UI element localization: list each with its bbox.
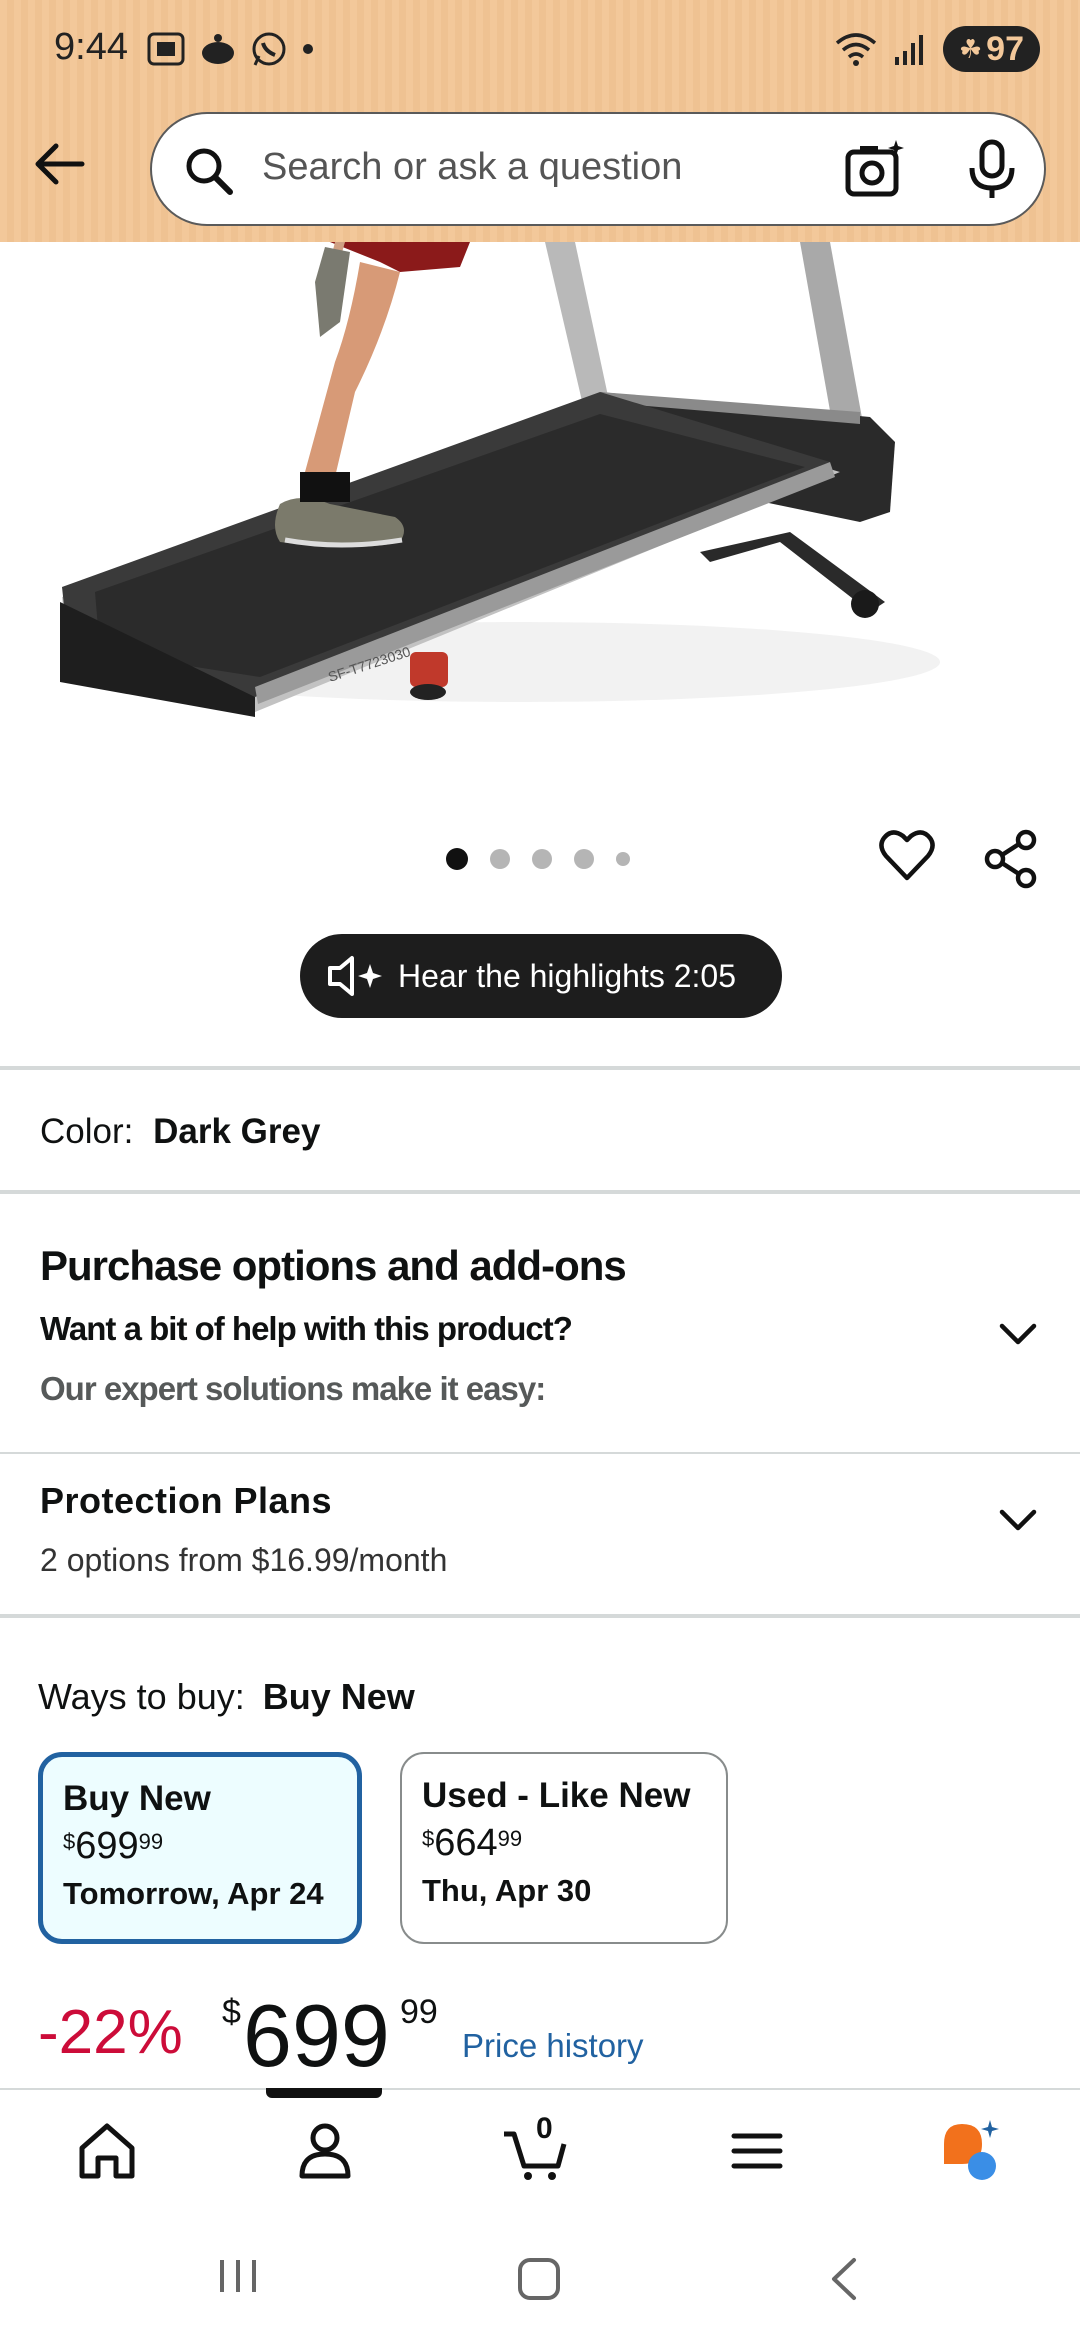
- header: 9:44 ☘ 97 Search or ask a question: [0, 0, 1080, 242]
- treadmill-illustration: SF-T7723030: [60, 242, 940, 717]
- active-tab-indicator: [266, 2088, 382, 2098]
- carousel-dot[interactable]: [490, 849, 510, 869]
- microphone-icon[interactable]: [964, 138, 1020, 202]
- color-value: Dark Grey: [153, 1112, 321, 1151]
- back-arrow-icon[interactable]: [30, 134, 90, 194]
- purchase-options-title: Purchase options and add-ons: [40, 1242, 627, 1289]
- option-price-cents: 99: [497, 1826, 523, 1851]
- color-label: Color:: [40, 1112, 134, 1151]
- wifi-icon: [835, 33, 876, 66]
- price-cents: 99: [400, 1993, 438, 2031]
- speaker-sparkle-icon: [328, 956, 382, 996]
- battery-level: 97: [986, 29, 1024, 68]
- carousel-dot[interactable]: [532, 849, 552, 869]
- protection-plans-subtitle: 2 options from $16.99/month: [40, 1542, 448, 1578]
- discount-percent: -22%: [38, 1998, 183, 2067]
- signal-icon: [894, 35, 923, 65]
- option-price-whole: 664: [434, 1822, 498, 1864]
- system-back-icon[interactable]: [826, 2256, 860, 2302]
- section-divider: [0, 1452, 1080, 1454]
- cart-icon[interactable]: [500, 2116, 570, 2186]
- share-icon[interactable]: [982, 828, 1040, 890]
- status-time: 9:44: [54, 26, 128, 68]
- camera-search-icon[interactable]: [842, 136, 908, 202]
- image-carousel-dots[interactable]: [446, 848, 630, 870]
- system-navigation-bar: [0, 2208, 1080, 2340]
- ways-to-buy-header: Ways to buy: Buy New: [38, 1676, 415, 1718]
- hear-highlights-button[interactable]: Hear the highlights 2:05: [300, 934, 782, 1018]
- more-notifications-dot-icon: [303, 44, 313, 54]
- option-delivery: Tomorrow, Apr 24: [63, 1876, 324, 1911]
- status-bar: 9:44 ☘ 97: [0, 0, 1080, 100]
- carousel-dot[interactable]: [574, 849, 594, 869]
- option-price-symbol: $: [63, 1829, 76, 1854]
- bottom-navigation: 0: [0, 2088, 1080, 2208]
- price-whole: 699: [243, 1986, 390, 2085]
- product-image[interactable]: SF-T7723030: [0, 242, 1080, 762]
- chevron-down-icon[interactable]: [998, 1508, 1038, 1534]
- rufus-assistant-icon[interactable]: [934, 2116, 1004, 2186]
- battery-indicator: ☘ 97: [942, 26, 1040, 72]
- status-notification-icons: [146, 30, 316, 68]
- cart-count-badge: 0: [536, 2112, 553, 2145]
- option-price-symbol: $: [422, 1826, 435, 1851]
- account-icon[interactable]: [290, 2116, 360, 2186]
- option-price-whole: 699: [75, 1825, 139, 1867]
- section-divider: [0, 1190, 1080, 1194]
- price-symbol: $: [222, 1993, 241, 2031]
- carousel-dot[interactable]: [446, 848, 468, 870]
- whatsapp-icon: [252, 32, 286, 66]
- home-button-icon[interactable]: [516, 2256, 562, 2302]
- option-price-cents: 99: [138, 1829, 164, 1854]
- app-notification-icon: [202, 34, 234, 64]
- purchase-options-subtitle: Want a bit of help with this product?: [40, 1310, 573, 1347]
- home-icon[interactable]: [72, 2116, 142, 2186]
- search-bar[interactable]: Search or ask a question: [150, 112, 1046, 226]
- battery-leaf-icon: ☘: [958, 33, 983, 64]
- option-title: Used - Like New: [422, 1776, 691, 1815]
- option-title: Buy New: [63, 1779, 211, 1818]
- search-icon: [186, 148, 233, 195]
- highlights-label: Hear the highlights 2:05: [398, 957, 736, 994]
- option-price: $69999: [63, 1825, 337, 1868]
- buy-option-card-used[interactable]: Used - Like New $66499 Thu, Apr 30: [400, 1752, 728, 1944]
- protection-plans-title: Protection Plans: [40, 1480, 333, 1521]
- wishlist-heart-icon[interactable]: [878, 828, 936, 884]
- chevron-down-icon[interactable]: [998, 1322, 1038, 1348]
- option-price: $66499: [422, 1822, 706, 1865]
- buy-option-card-new[interactable]: Buy New $69999 Tomorrow, Apr 24: [38, 1752, 362, 1944]
- recent-apps-icon[interactable]: [216, 2256, 260, 2296]
- color-selector[interactable]: Color: Dark Grey: [40, 1112, 320, 1152]
- ways-to-buy-label: Ways to buy:: [38, 1676, 245, 1717]
- menu-icon[interactable]: [722, 2116, 792, 2186]
- purchase-options-description: Our expert solutions make it easy:: [40, 1370, 546, 1407]
- ways-to-buy-value: Buy New: [262, 1676, 415, 1717]
- search-input[interactable]: Search or ask a question: [262, 146, 682, 189]
- carousel-dot[interactable]: [616, 852, 630, 866]
- section-divider: [0, 1066, 1080, 1070]
- status-system-icons: ☘ 97: [833, 26, 1040, 72]
- section-divider: [0, 1614, 1080, 1618]
- option-delivery: Thu, Apr 30: [422, 1873, 592, 1908]
- screenshot-notification-icon: [147, 32, 185, 66]
- price-history-link[interactable]: Price history: [462, 2027, 644, 2065]
